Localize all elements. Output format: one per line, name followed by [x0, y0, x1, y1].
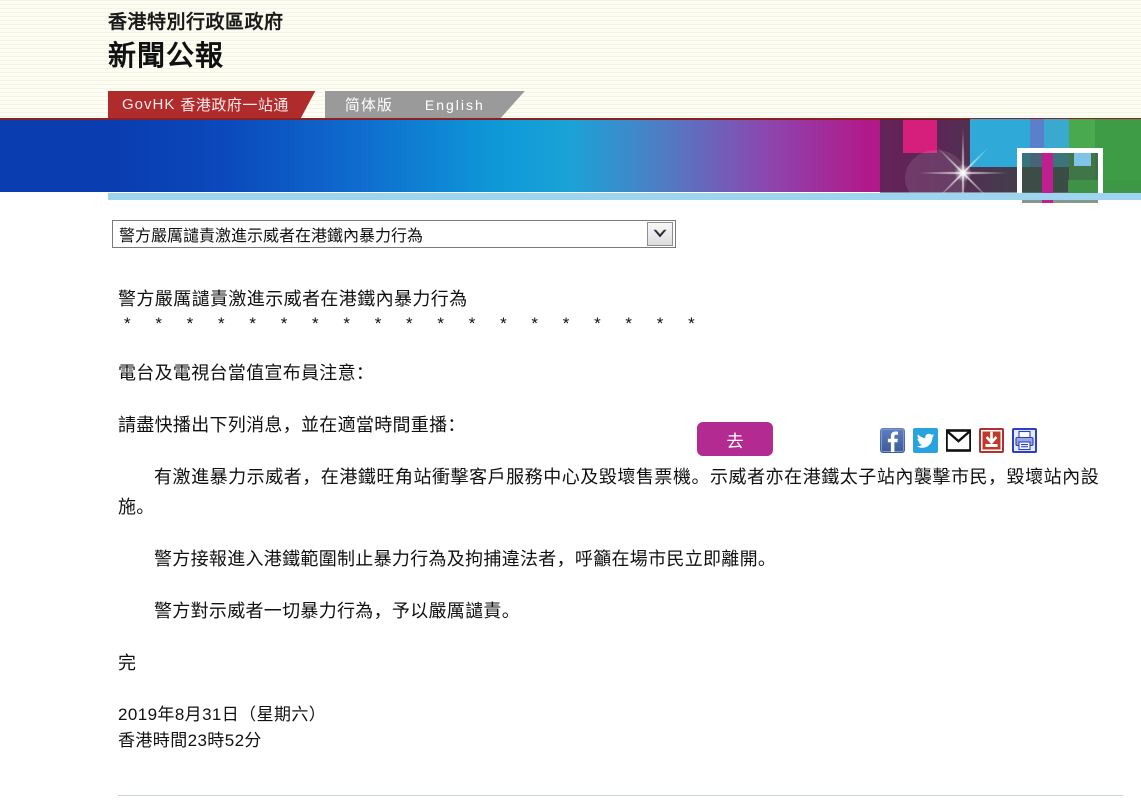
- article-body: 警方嚴厲譴責激進示威者在港鐵內暴力行為 * * * * * * * * * * …: [0, 286, 1141, 754]
- search-row: 警方嚴厲譴責激進示威者在港鐵內暴力行為 去: [0, 200, 1141, 456]
- nav-link-simplified[interactable]: 简体版: [329, 94, 409, 115]
- article-end-mark: 完: [118, 653, 137, 673]
- article-paragraph-5: 警方對示威者一切暴力行為，予以嚴厲譴責。: [154, 601, 520, 621]
- nav-govhk-latin-label: GovHK: [122, 96, 176, 113]
- article-paragraph-4: 警方接報進入港鐵範圍制止暴力行為及拘捕違法者，呼籲在場市民立即離開。: [154, 549, 777, 569]
- site-title: 新聞公報: [108, 40, 225, 71]
- article-paragraph-1: 電台及電視台當值宣布員注意：: [118, 363, 375, 383]
- header-titles: 香港特別行政區政府 新聞公報: [108, 10, 284, 74]
- article-paragraph-2: 請盡快播出下列消息，並在適當時間重播：: [118, 415, 466, 435]
- nav-gray-tail-slant: [500, 91, 525, 118]
- site-header: 香港特別行政區政府 新聞公報 GovHK 香港政府一站通 简体版 English: [0, 0, 1141, 118]
- top-navigation: GovHK 香港政府一站通 简体版 English: [108, 91, 525, 118]
- footer-divider: [118, 795, 1123, 796]
- nav-tab-govhk[interactable]: GovHK 香港政府一站通: [108, 91, 301, 118]
- nav-gray-group: 简体版 English: [324, 91, 501, 118]
- nav-link-english[interactable]: English: [409, 97, 501, 113]
- article-date: 2019年8月31日（星期六）: [118, 705, 327, 724]
- nav-govhk-chinese-label: 香港政府一站通: [180, 97, 289, 114]
- chevron-down-glyph: [653, 229, 667, 238]
- banner-underbar: [108, 193, 1141, 200]
- article-paragraph-3: 有激進暴力示威者，在港鐵旺角站衝擊客戶服務中心及毀壞售票機。示威者亦在港鐵太子站…: [118, 467, 1099, 517]
- press-release-select-value: 警方嚴厲譴責激進示威者在港鐵內暴力行為: [119, 228, 424, 245]
- article-separator-stars: * * * * * * * * * * * * * * * * * * *: [124, 314, 705, 333]
- article-title: 警方嚴厲譴責激進示威者在港鐵內暴力行為: [118, 289, 468, 309]
- article-time: 香港時間23時52分: [118, 731, 262, 750]
- banner-pink-square: [903, 120, 937, 153]
- press-release-select[interactable]: 警方嚴厲譴責激進示威者在港鐵內暴力行為: [112, 220, 676, 248]
- page-content: 警方嚴厲譴責激進示威者在港鐵內暴力行為 去 警方嚴厲譴責激進示威者在港鐵內暴力行…: [0, 200, 1141, 750]
- nav-red-tab-slant: [300, 91, 316, 118]
- government-name: 香港特別行政區政府: [108, 12, 284, 33]
- chevron-down-icon[interactable]: [647, 222, 673, 246]
